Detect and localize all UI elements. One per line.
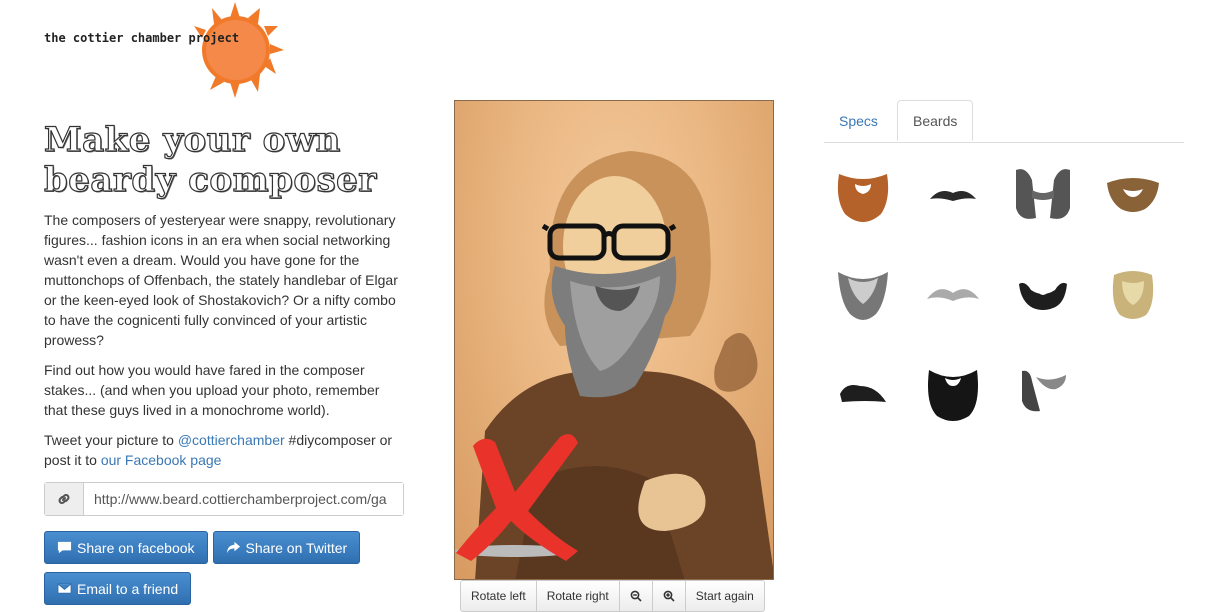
start-again-button[interactable]: Start again <box>686 581 764 611</box>
beard-grey-goatee[interactable] <box>828 260 898 330</box>
page-title-line2: beardy composer <box>43 159 377 200</box>
comment-icon <box>57 541 72 554</box>
share-url-group <box>44 482 404 516</box>
zoom-in-button[interactable] <box>653 581 686 611</box>
twitter-handle-link[interactable]: @cottierchamber <box>178 432 285 448</box>
envelope-icon <box>57 583 72 594</box>
beard-black-moustache[interactable] <box>828 360 898 430</box>
beard-ginger-full[interactable] <box>828 160 898 230</box>
email-friend-button[interactable]: Email to a friend <box>44 572 192 605</box>
sticker-tabs: Specs Beards <box>824 100 1184 143</box>
tweet-paragraph: Tweet your picture to @cottierchamber #d… <box>44 430 406 470</box>
share-url-input[interactable] <box>84 483 403 515</box>
photo-toolbar: Rotate left Rotate right Start again <box>460 580 765 612</box>
facebook-page-link[interactable]: our Facebook page <box>101 452 222 468</box>
beard-ginger-short[interactable] <box>1098 160 1168 230</box>
beard-grey-handlebar[interactable] <box>918 260 988 330</box>
page-title: Make your own beardy composer <box>43 119 406 200</box>
zoom-out-icon <box>630 590 642 602</box>
link-icon <box>45 483 84 515</box>
site-logo[interactable]: the cottier chamber project <box>30 0 300 100</box>
share-twitter-button[interactable]: Share on Twitter <box>212 531 361 564</box>
intro-paragraph: The composers of yesteryear were snappy,… <box>44 212 398 348</box>
zoom-out-button[interactable] <box>620 581 653 611</box>
tweet-prefix: Tweet your picture to <box>44 432 178 448</box>
beard-black-chinstrap[interactable] <box>1008 260 1078 330</box>
sun-logo-icon <box>194 2 284 98</box>
rotate-left-button[interactable]: Rotate left <box>461 581 537 611</box>
share-arrow-icon <box>226 541 240 554</box>
beard-black-full[interactable] <box>918 360 988 430</box>
share-facebook-label: Share on facebook <box>77 539 195 556</box>
share-facebook-button[interactable]: Share on facebook <box>44 531 208 564</box>
upload-paragraph: Find out how you would have fared in the… <box>44 362 380 418</box>
page-title-line1: Make your own <box>43 119 341 160</box>
tab-specs[interactable]: Specs <box>824 100 893 141</box>
rotate-right-button[interactable]: Rotate right <box>537 581 620 611</box>
beard-grey-sideburns[interactable] <box>1008 360 1078 430</box>
logo-text: the cottier chamber <box>44 31 182 45</box>
share-twitter-label: Share on Twitter <box>245 539 348 556</box>
beard-grey-muttonchops[interactable] <box>1008 160 1078 230</box>
composer-photo-canvas[interactable] <box>454 100 774 580</box>
zoom-in-icon <box>663 590 675 602</box>
beard-blonde-full[interactable] <box>1098 260 1168 330</box>
email-friend-label: Email to a friend <box>77 580 179 597</box>
tab-beards[interactable]: Beards <box>897 100 974 141</box>
beard-thin-moustache[interactable] <box>918 160 988 230</box>
intro-panel: Make your own beardy composer The compos… <box>43 119 406 605</box>
logo-highlight: project <box>188 31 240 45</box>
